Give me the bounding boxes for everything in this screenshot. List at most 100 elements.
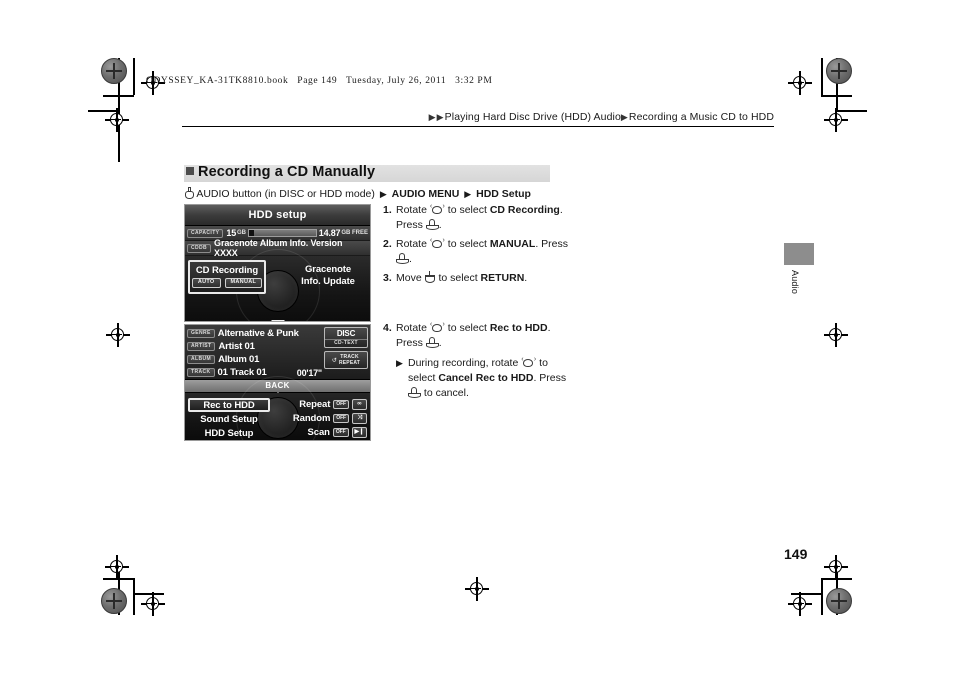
cd-recording-label: CD Recording [195,265,259,276]
cd-recording-options: AUTO MANUAL [190,278,264,288]
press-knob-icon [425,337,439,349]
registration-mark [105,108,129,132]
move-lever-icon [424,271,436,284]
substep-text: During recording, rotate ‹ › to select Ca… [408,356,568,401]
sound-setup-button[interactable]: Sound Setup [188,413,270,426]
artist-value: Artist 01 [218,341,255,352]
breadcrumb: ▶▶Playing Hard Disc Drive (HDD) Audio▶Re… [429,111,774,123]
crop-mark-line [821,578,852,580]
capacity-tag: CAPACITY [187,228,224,238]
disc-cd-text-badge: DISC CD-TEXT [324,327,368,348]
step-text-part: . Press [535,238,568,250]
step-text-part: to select [444,204,490,216]
repeat-label: Repeat [299,399,331,410]
step-target-label: Rec to HDD [489,322,548,334]
genre-tag: GENRE [187,329,215,338]
crop-mark-line [133,578,135,615]
step-number: 1. [383,204,392,216]
press-knob-icon [425,219,439,231]
rotate-knob-icon: ‹ › [430,237,445,250]
substep-text-part: to cancel. [421,387,469,399]
substep-text-part: . Press [533,372,567,384]
instruction-step: 2. Rotate ‹ › to select MANUAL. Press . [383,237,568,267]
scan-mode-icon: ▶❙ [351,427,367,438]
cd-recording-button[interactable]: CD Recording AUTO MANUAL [188,260,266,294]
random-button[interactable]: Random OFF ⤨ [285,412,367,425]
track-repeat-badge-label: TRACK REPEAT [339,354,360,366]
cd-recording-manual-option[interactable]: MANUAL [224,278,263,288]
album-value: Album 01 [218,354,260,365]
step-text-part: . [524,272,528,284]
cddb-tag: CDDB [187,243,212,253]
repeat-button[interactable]: Repeat OFF ∞ [285,398,367,411]
registration-mark [105,555,129,579]
registration-mark [788,71,812,95]
playback-menu-left-column: Rec to HDD Sound Setup HDD Setup [188,398,270,440]
hdd-setup-main-area: CD Recording AUTO MANUAL Gracenote Info.… [185,249,370,321]
step-text-part: Rotate [396,322,430,334]
step-target-label: MANUAL [489,238,536,250]
crop-mark-line [103,95,134,97]
repeat-line2: REPEAT [338,360,361,366]
step-text-part: . [438,337,442,349]
crop-mark-line [103,110,119,112]
crop-mark-line [821,58,823,95]
step-text-part: Rotate [396,204,430,216]
instruction-steps-group-b: 4. Rotate ‹ › to select Rec to HDD. Press… [383,321,568,401]
artist-tag: ARTIST [187,342,216,351]
audio-button-icon [185,187,194,200]
random-state: OFF [333,414,349,423]
crop-mark-line [118,110,120,162]
random-label: Random [292,413,331,424]
crop-mark-line [133,58,135,95]
gracenote-info-update-button[interactable]: Gracenote Info. Update [290,264,366,288]
track-info-panel: GENRE Alternative & Punk ARTIST Artist 0… [185,325,370,379]
playback-menu-right-column: Repeat OFF ∞ Random OFF ⤨ Scan OFF ▶❙ [285,398,367,440]
step-text: Rotate ‹ › to select MANUAL. Press . [396,237,568,267]
registration-mark [141,592,165,616]
section-thumb-tab [784,243,814,265]
menu-path-step1: AUDIO MENU [391,188,460,200]
hdd-setup-button[interactable]: HDD Setup [188,427,270,440]
page-title-text: Recording a CD Manually [198,164,376,180]
rec-to-hdd-button[interactable]: Rec to HDD [188,398,270,412]
crop-mark-line [791,593,822,595]
status-badges: DISC CD-TEXT ↺ TRACK REPEAT [324,327,368,372]
printer-color-dot [826,58,852,84]
menu-path-step2: HDD Setup [476,188,531,200]
printer-color-dot [101,58,127,84]
step-text: Move to select RETURN. [396,271,568,286]
printer-color-dot [826,588,852,614]
step-target-label: CD Recording [489,204,560,216]
capacity-bar [248,229,317,237]
step-text: Rotate ‹ › to select Rec to HDD. Press . [396,321,568,351]
capacity-used-unit: GB [237,230,247,236]
instruction-steps-group-a: 1. Rotate ‹ › to select CD Recording . Pre… [383,203,568,290]
crop-mark-line [821,95,852,97]
step-target-label: RETURN [480,272,525,284]
breadcrumb-part1: Playing Hard Disc Drive (HDD) Audio [444,111,621,123]
track-repeat-badge: ↺ TRACK REPEAT [324,351,368,369]
scan-button[interactable]: Scan OFF ▶❙ [285,426,367,439]
registration-mark [106,323,130,347]
instruction-substep: ▶ During recording, rotate ‹ › to select … [396,356,568,401]
substep-target-label: Cancel Rec to HDD [438,372,534,384]
page-number: 149 [784,546,808,562]
cd-recording-auto-option[interactable]: AUTO [191,278,221,288]
track-tag: TRACK [187,368,215,377]
rotate-knob-icon: ‹ › [430,321,445,334]
instruction-step: 4. Rotate ‹ › to select Rec to HDD. Press… [383,321,568,351]
instruction-step: 1. Rotate ‹ › to select CD Recording. Pre… [383,203,568,233]
rotate-knob-icon: ‹ › [521,356,536,369]
crop-mark-line [836,110,867,112]
step-text-part: Rotate [396,238,430,250]
rotate-knob-icon: ‹ › [430,203,445,216]
step-text-part: Move [396,272,425,284]
album-tag: ALBUM [187,355,216,364]
scan-label: Scan [307,427,330,438]
press-knob-icon [408,387,421,399]
elapsed-time: 00'17" [296,367,322,378]
repeat-state: OFF [333,400,349,409]
registration-mark [788,592,812,616]
menu-path-prefix: AUDIO button (in DISC or HDD mode) [196,188,375,200]
